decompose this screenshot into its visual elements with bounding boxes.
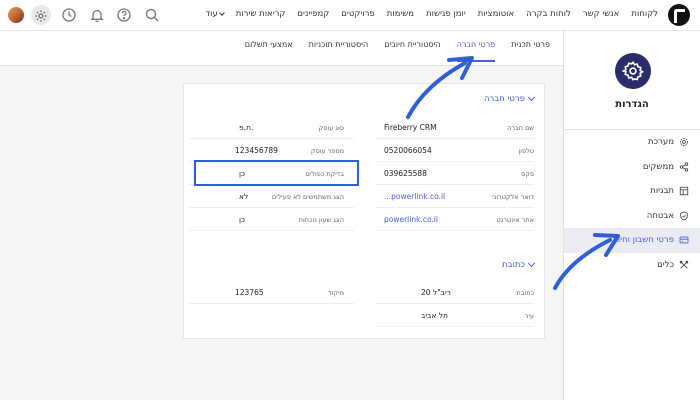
field-label: דואר אלקטרוני (492, 192, 534, 201)
sidebar-item-label: תבניות (650, 186, 674, 197)
settings-tabs: פרטי תכנית פרטי חברה היסטוריית חיובים הי… (245, 40, 550, 62)
field-value[interactable]: תל אביב (421, 311, 448, 320)
app-logo[interactable] (668, 4, 690, 26)
card-icon (679, 236, 689, 244)
shield-icon (680, 211, 688, 221)
nav-more-menu[interactable]: עוד (205, 9, 225, 19)
bell-icon[interactable] (89, 7, 105, 23)
nav-item-service-calls[interactable]: קריאות שירות (236, 9, 286, 19)
field-value[interactable]: Fireberry CRM (384, 123, 437, 132)
website-link[interactable]: powerlink.co.il (384, 215, 438, 224)
nav-item-campaigns[interactable]: קמפיינים (297, 9, 329, 19)
field-row: הצג שעון נוכחות כן (189, 209, 354, 231)
field-row: אתר אינטרנט powerlink.co.il (376, 209, 534, 231)
clock-icon[interactable] (61, 7, 77, 23)
sidebar-item-security[interactable]: אבטחה (564, 204, 700, 229)
field-value[interactable]: לא (239, 192, 248, 201)
annotation-highlight-box (194, 160, 359, 186)
tab-plan-details[interactable]: פרטי תכנית (511, 40, 550, 62)
nav-item-contacts[interactable]: אנשי קשר (583, 9, 620, 19)
field-label: הצג שעון נוכחות (298, 215, 344, 224)
field-row: פקס 039625588 (376, 163, 534, 185)
field-value[interactable]: 039625588 (384, 169, 427, 178)
chevron-down-icon (527, 259, 536, 268)
help-icon[interactable] (116, 7, 132, 23)
sidebar-menu: מערכת ממשקים תבניות אבטחה פרטי חשבון וחי… (564, 129, 700, 277)
field-label: הצג משתמשים לא פעילים (271, 192, 344, 201)
nav-item-dashboards[interactable]: לוחות בקרה (526, 9, 571, 19)
tab-billing-history[interactable]: היסטוריית חיובים (384, 40, 440, 62)
chevron-down-icon (218, 10, 225, 16)
sidebar-title: הגדרות (615, 99, 649, 110)
sidebar-item-label: אבטחה (646, 210, 674, 221)
main-nav: לקוחות אנשי קשר לוחות בקרה אוטומציות יומ… (206, 9, 659, 19)
field-value[interactable]: ריב"ל 20 (421, 288, 451, 297)
sidebar-item-label: מערכת (648, 137, 674, 148)
field-label: מספר עוסק (310, 146, 344, 155)
address-section-header[interactable]: כתובת (502, 259, 536, 270)
template-icon (679, 187, 689, 196)
tools-icon (679, 260, 689, 269)
company-section-title: פרטי חברה (483, 94, 525, 104)
field-value[interactable]: כן (239, 215, 245, 224)
address-section-title: כתובת (502, 260, 525, 270)
field-label: שם חברה (507, 123, 534, 132)
nav-item-projects[interactable]: פרויקטים (341, 9, 374, 19)
field-row: שם חברה Fireberry CRM (376, 117, 534, 139)
nav-more-label: עוד (205, 9, 218, 19)
settings-sidebar: הגדרות מערכת ממשקים תבניות אבטחה פרטי חש… (563, 31, 700, 400)
field-row: הצג משתמשים לא פעילים לא (189, 186, 354, 208)
field-row: עיר תל אביב (376, 305, 534, 327)
sidebar-item-account-billing[interactable]: פרטי חשבון וחיוב (564, 228, 700, 253)
field-label: מיקוד (328, 288, 344, 297)
sidebar-item-integrations[interactable]: ממשקים (564, 155, 700, 180)
field-label: פקס (521, 169, 534, 178)
sidebar-item-label: כלים (657, 259, 674, 270)
chevron-down-icon (527, 93, 536, 102)
user-avatar[interactable] (8, 7, 24, 23)
company-section-header[interactable]: פרטי חברה (483, 93, 536, 104)
field-row: מיקוד 123765 (189, 282, 354, 304)
share-icon (679, 162, 689, 172)
company-details-card: פרטי חברה שם חברה Fireberry CRM טלפון 05… (183, 83, 545, 339)
field-row: כתובת ריב"ל 20 (376, 282, 534, 304)
field-value[interactable]: 123456789 (235, 146, 278, 155)
sidebar-item-tools[interactable]: כלים (564, 253, 700, 278)
search-icon[interactable] (144, 7, 160, 23)
field-row: מספר עוסק 123456789 (189, 140, 354, 162)
field-label: עיר (524, 311, 534, 320)
field-label: אתר אינטרנט (496, 215, 534, 224)
field-row: סוג עוסק ח.פ. (189, 117, 354, 139)
field-value[interactable]: 123765 (235, 288, 264, 297)
sidebar-item-label: ממשקים (642, 161, 674, 172)
nav-item-calendar[interactable]: יומן פגישות (426, 9, 466, 19)
field-label: כתובת (516, 288, 534, 297)
tab-plan-history[interactable]: היסטוריית תוכניות (309, 40, 369, 62)
settings-icon[interactable] (31, 5, 51, 25)
sidebar-item-system[interactable]: מערכת (564, 130, 700, 155)
tab-payment-methods[interactable]: אמצעי תשלום (245, 40, 293, 62)
field-label: טלפון (518, 146, 534, 155)
tab-company-details[interactable]: פרטי חברה (456, 40, 496, 62)
settings-gear-icon (615, 53, 651, 89)
tabs-divider (0, 65, 563, 66)
sidebar-item-label: פרטי חשבון וחיוב (612, 235, 674, 246)
field-row: דואר אלקטרוני ...powerlink.co.il (376, 186, 534, 208)
sidebar-item-templates[interactable]: תבניות (564, 179, 700, 204)
nav-item-automations[interactable]: אוטומציות (478, 9, 514, 19)
email-link[interactable]: ...powerlink.co.il (384, 192, 445, 201)
gear-icon (679, 138, 689, 147)
field-value[interactable]: ח.פ. (239, 123, 253, 132)
nav-item-customers[interactable]: לקוחות (631, 9, 658, 19)
field-value[interactable]: 0520066054 (384, 146, 432, 155)
field-label: סוג עוסק (318, 123, 344, 132)
field-row: טלפון 0520066054 (376, 140, 534, 162)
nav-item-tasks[interactable]: משימות (387, 9, 414, 19)
top-bar: לקוחות אנשי קשר לוחות בקרה אוטומציות יומ… (0, 0, 700, 31)
